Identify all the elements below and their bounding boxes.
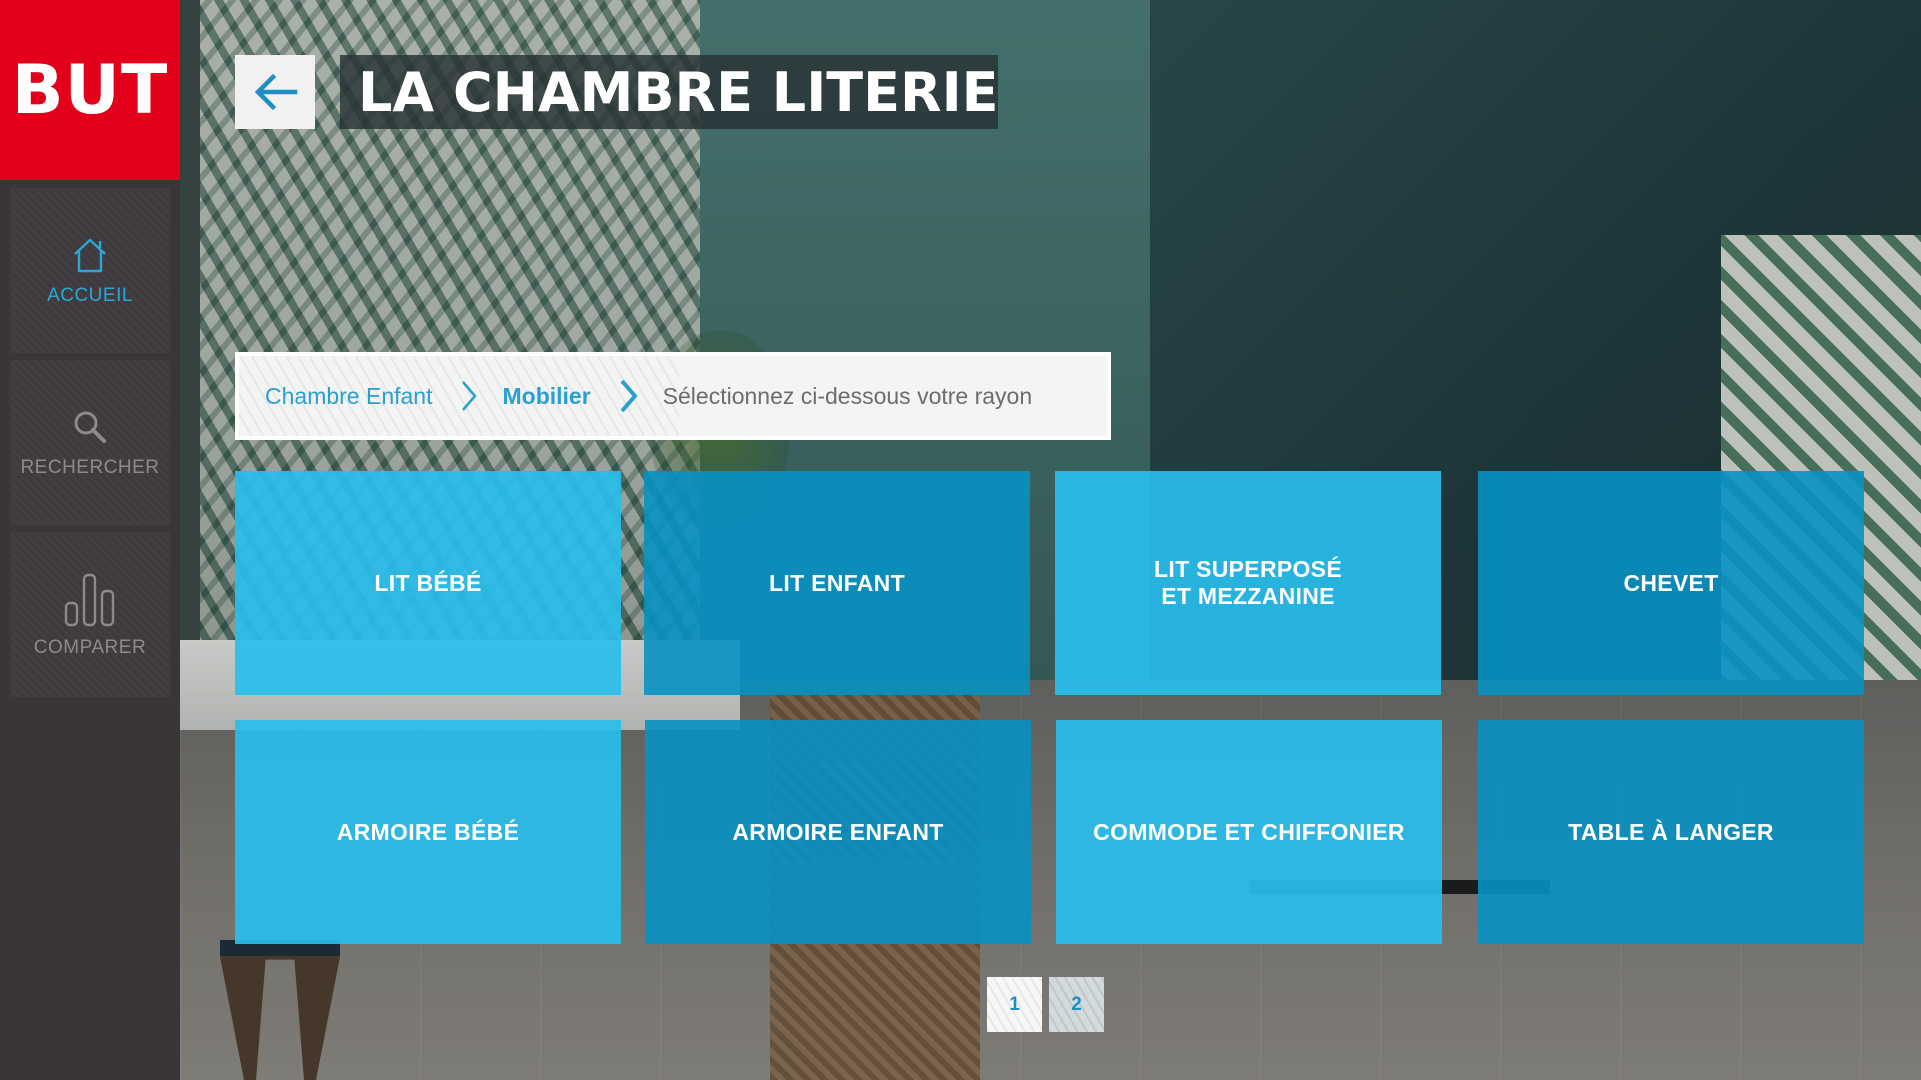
tile-label: CHEVET: [1623, 569, 1719, 596]
sidebar-item-label: ACCUEIL: [47, 284, 133, 306]
tile-label: ARMOIRE BÉBÉ: [336, 818, 520, 845]
breadcrumb: Chambre Enfant Mobilier Sélectionnez ci-…: [235, 352, 1111, 440]
category-tile-commode-chiffonier[interactable]: COMMODE ET CHIFFONIER: [1056, 720, 1442, 944]
category-tile-armoire-enfant[interactable]: ARMOIRE ENFANT: [645, 720, 1031, 944]
home-icon: [74, 238, 106, 272]
page-title-box: LA CHAMBRE LITERIE: [340, 55, 999, 129]
category-tile-table-a-langer[interactable]: TABLE À LANGER: [1478, 720, 1864, 944]
arrow-left-icon: [254, 73, 298, 111]
tile-label: LIT BÉBÉ: [374, 569, 482, 596]
breadcrumb-item-mobilier[interactable]: Mobilier: [502, 383, 590, 410]
tile-label: ARMOIRE ENFANT: [732, 818, 944, 845]
tile-label: COMMODE ET CHIFFONIER: [1093, 818, 1405, 845]
brand-logo[interactable]: BUT: [0, 0, 180, 180]
category-tile-lit-bebe[interactable]: LIT BÉBÉ: [235, 471, 621, 695]
sidebar-item-rechercher[interactable]: RECHERCHER: [10, 360, 170, 525]
search-icon: [74, 411, 106, 443]
category-tile-lit-enfant[interactable]: LIT ENFANT: [644, 471, 1030, 695]
category-tile-armoire-bebe[interactable]: ARMOIRE BÉBÉ: [235, 720, 621, 944]
breadcrumb-current: Sélectionnez ci-dessous votre rayon: [662, 382, 1033, 409]
breadcrumb-item-chambre-enfant[interactable]: Chambre Enfant: [265, 383, 432, 410]
tile-label: LIT ENFANT: [769, 569, 905, 596]
tile-label: LIT SUPERPOSÉ ET MEZZANINE: [1154, 556, 1342, 609]
bar-chart-icon: [64, 573, 115, 626]
sidebar-item-accueil[interactable]: ACCUEIL: [10, 188, 170, 353]
sidebar: BUT ACCUEIL RECHERCHER COMPARER: [0, 0, 180, 1080]
pagination-page-2[interactable]: 2: [1049, 977, 1104, 1032]
sidebar-item-comparer[interactable]: COMPARER: [10, 532, 170, 697]
logo-text: BUT: [11, 50, 169, 130]
category-tile-lit-superpose[interactable]: LIT SUPERPOSÉ ET MEZZANINE: [1055, 471, 1441, 695]
category-tile-chevet[interactable]: CHEVET: [1478, 471, 1864, 695]
sidebar-item-label: COMPARER: [33, 636, 147, 658]
back-button[interactable]: [235, 55, 315, 129]
page-title: LA CHAMBRE LITERIE: [358, 60, 999, 124]
tile-label: TABLE À LANGER: [1568, 818, 1774, 845]
chevron-right-icon: [460, 379, 478, 413]
chevron-right-icon: [619, 378, 639, 414]
pagination-page-1[interactable]: 1: [987, 977, 1042, 1032]
sidebar-item-label: RECHERCHER: [20, 456, 160, 478]
